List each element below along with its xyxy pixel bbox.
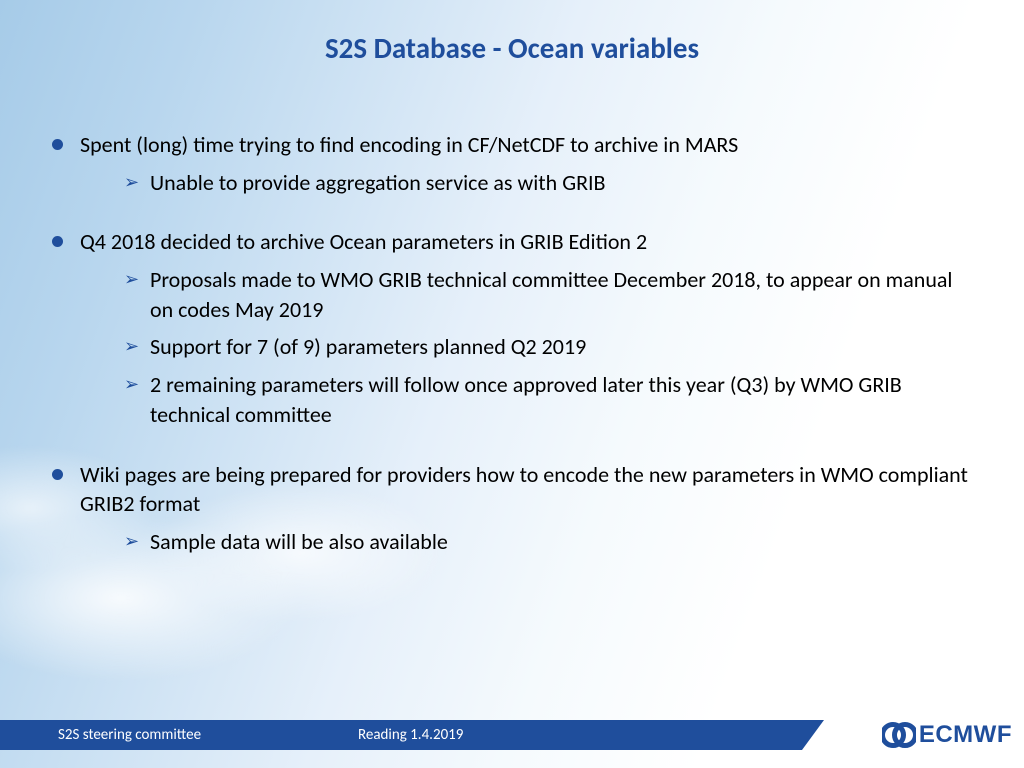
footer-left-text: S2S steering committee [58, 726, 358, 744]
list-item: Proposals made to WMO GRIB technical com… [80, 265, 976, 324]
sub-text: 2 remaining parameters will follow once … [150, 371, 902, 428]
list-item: Wiki pages are being prepared for provid… [48, 460, 976, 557]
list-item: 2 remaining parameters will follow once … [80, 370, 976, 429]
sub-text: Proposals made to WMO GRIB technical com… [150, 266, 952, 323]
bullet-text: Wiki pages are being prepared for provid… [80, 461, 968, 518]
logo-container: ECMWF [824, 720, 1024, 750]
footer: S2S steering committee Reading 1.4.2019 … [0, 720, 1024, 750]
slide-content: Spent (long) time trying to find encodin… [48, 130, 976, 587]
slide-title: S2S Database - Ocean variables [0, 30, 1024, 66]
list-item: Support for 7 (of 9) parameters planned … [80, 332, 976, 362]
logo-text: ECMWF [919, 721, 1012, 749]
ecmwf-logo-icon [882, 722, 916, 748]
list-item: Unable to provide aggregation service as… [80, 168, 976, 198]
footer-bar: S2S steering committee Reading 1.4.2019 [0, 720, 824, 750]
list-item: Q4 2018 decided to archive Ocean paramet… [48, 227, 976, 429]
footer-center-text: Reading 1.4.2019 [358, 726, 463, 744]
sub-text: Sample data will be also available [150, 528, 448, 555]
slide: S2S Database - Ocean variables Spent (lo… [0, 0, 1024, 768]
ecmwf-logo: ECMWF [882, 721, 1012, 749]
sub-text: Support for 7 (of 9) parameters planned … [150, 333, 586, 360]
bullet-text: Spent (long) time trying to find encodin… [80, 131, 738, 158]
sub-text: Unable to provide aggregation service as… [150, 169, 606, 196]
list-item: Spent (long) time trying to find encodin… [48, 130, 976, 197]
bullet-list: Spent (long) time trying to find encodin… [48, 130, 976, 557]
sub-list: Proposals made to WMO GRIB technical com… [80, 265, 976, 429]
list-item: Sample data will be also available [80, 527, 976, 557]
sub-list: Unable to provide aggregation service as… [80, 168, 976, 198]
sub-list: Sample data will be also available [80, 527, 976, 557]
bullet-text: Q4 2018 decided to archive Ocean paramet… [80, 228, 647, 255]
